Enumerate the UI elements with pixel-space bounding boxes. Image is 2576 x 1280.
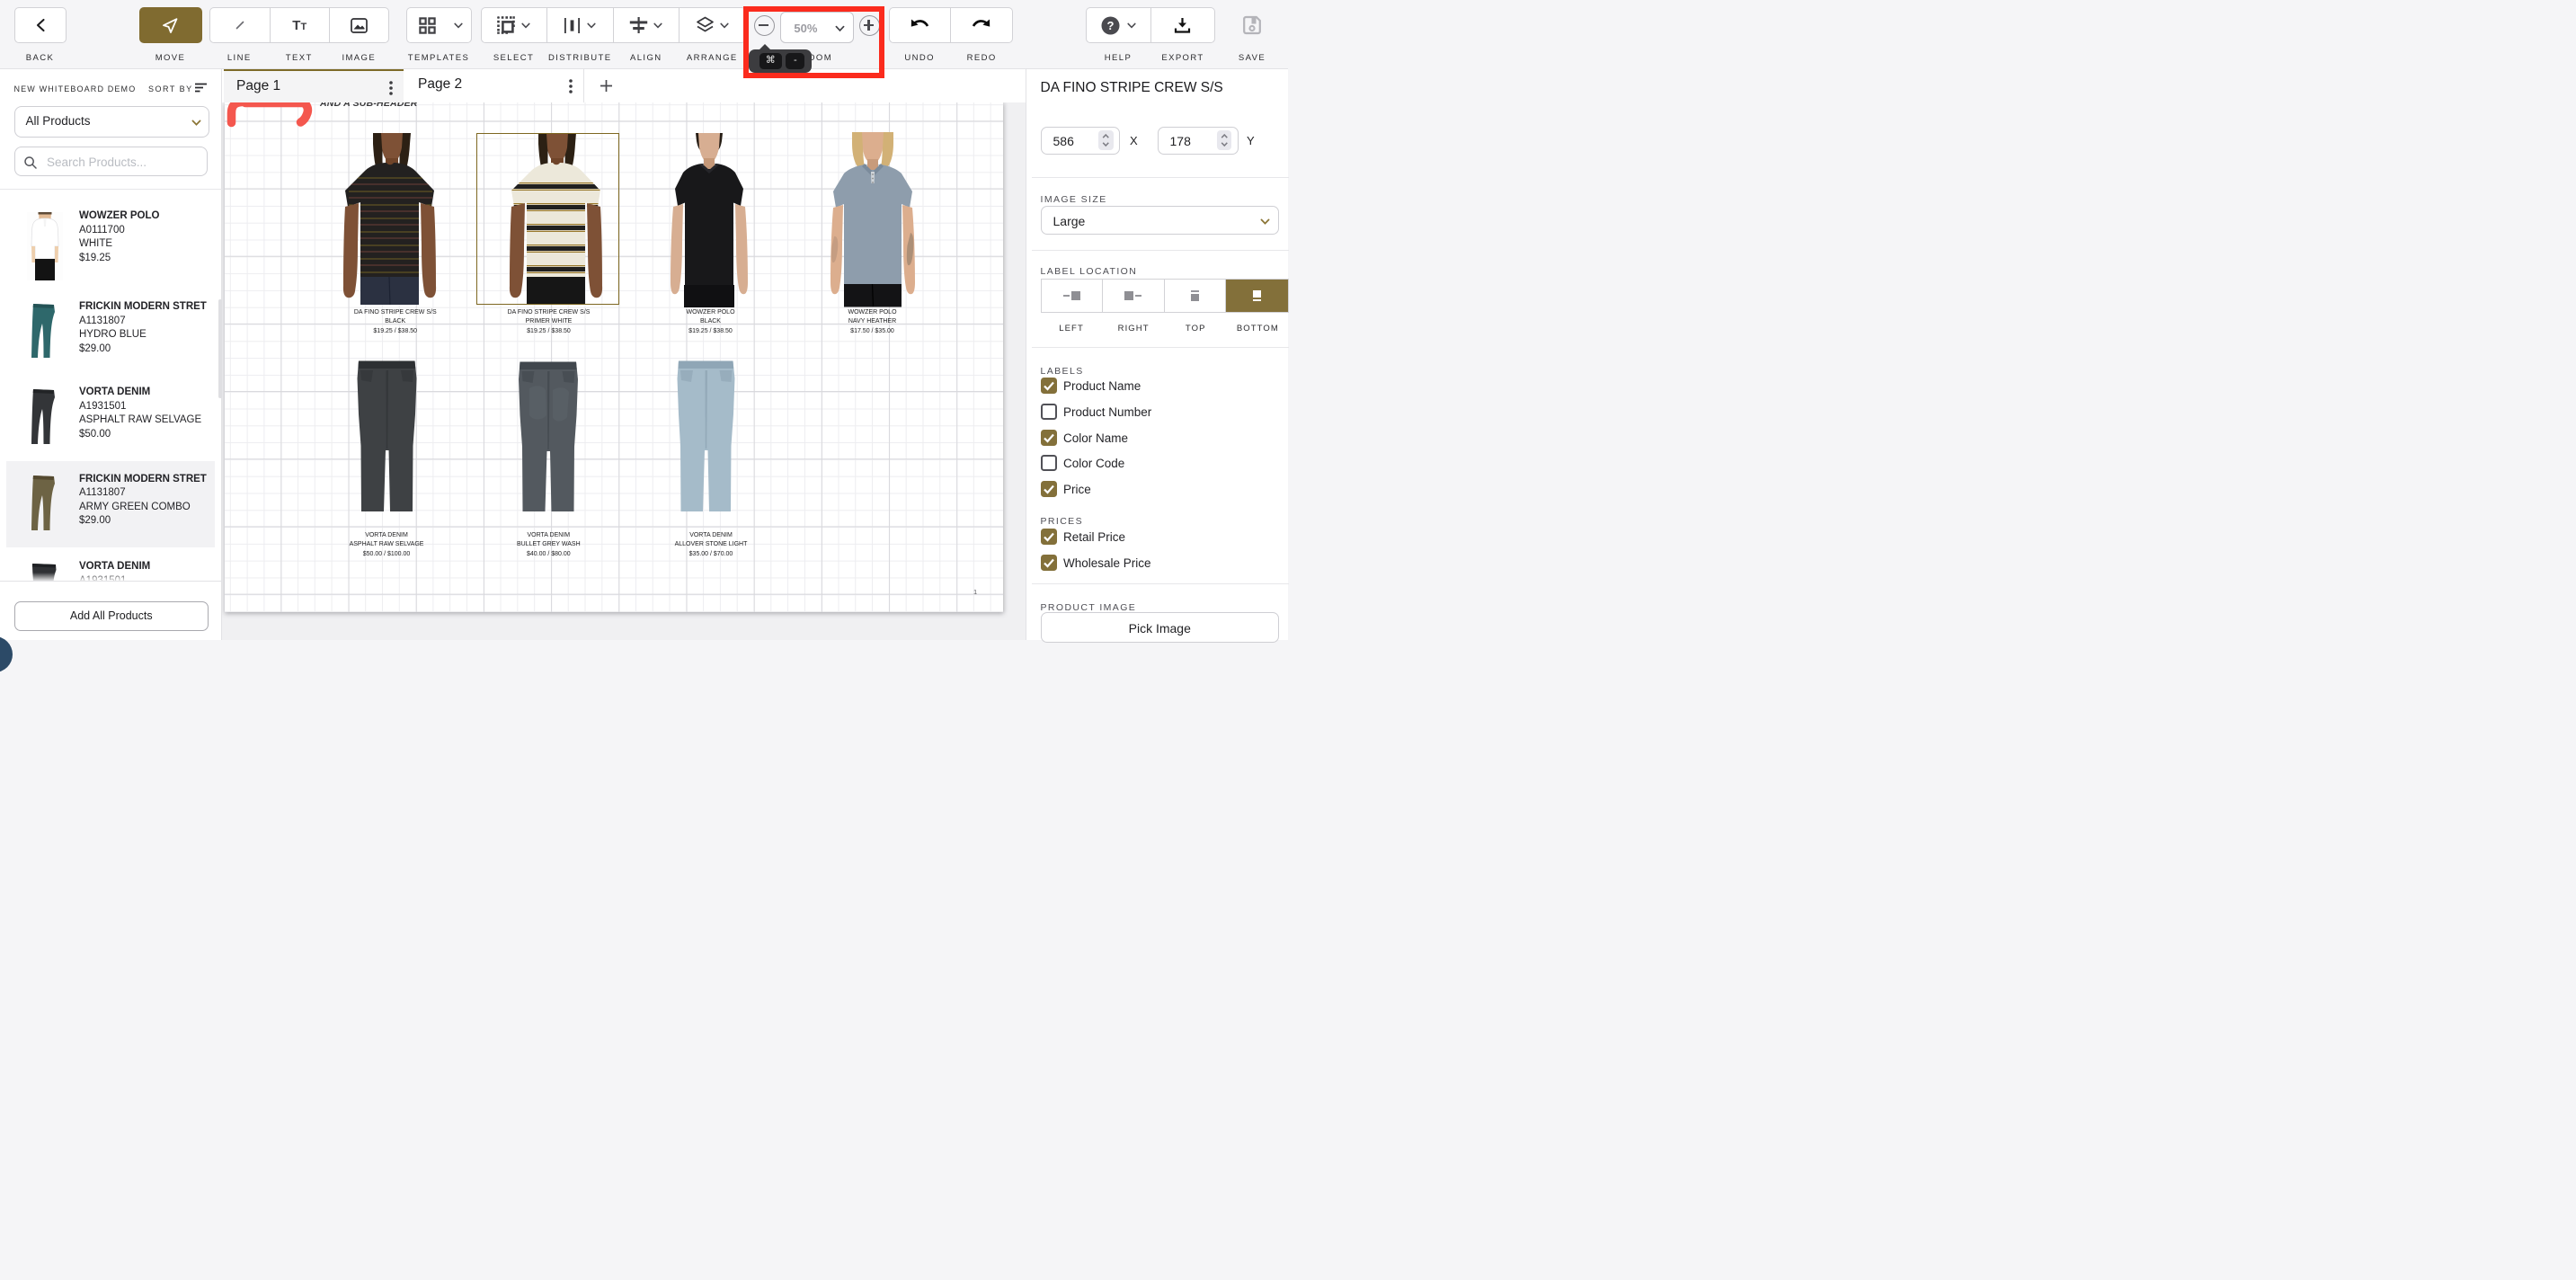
svg-text:?: ? bbox=[1106, 19, 1114, 32]
